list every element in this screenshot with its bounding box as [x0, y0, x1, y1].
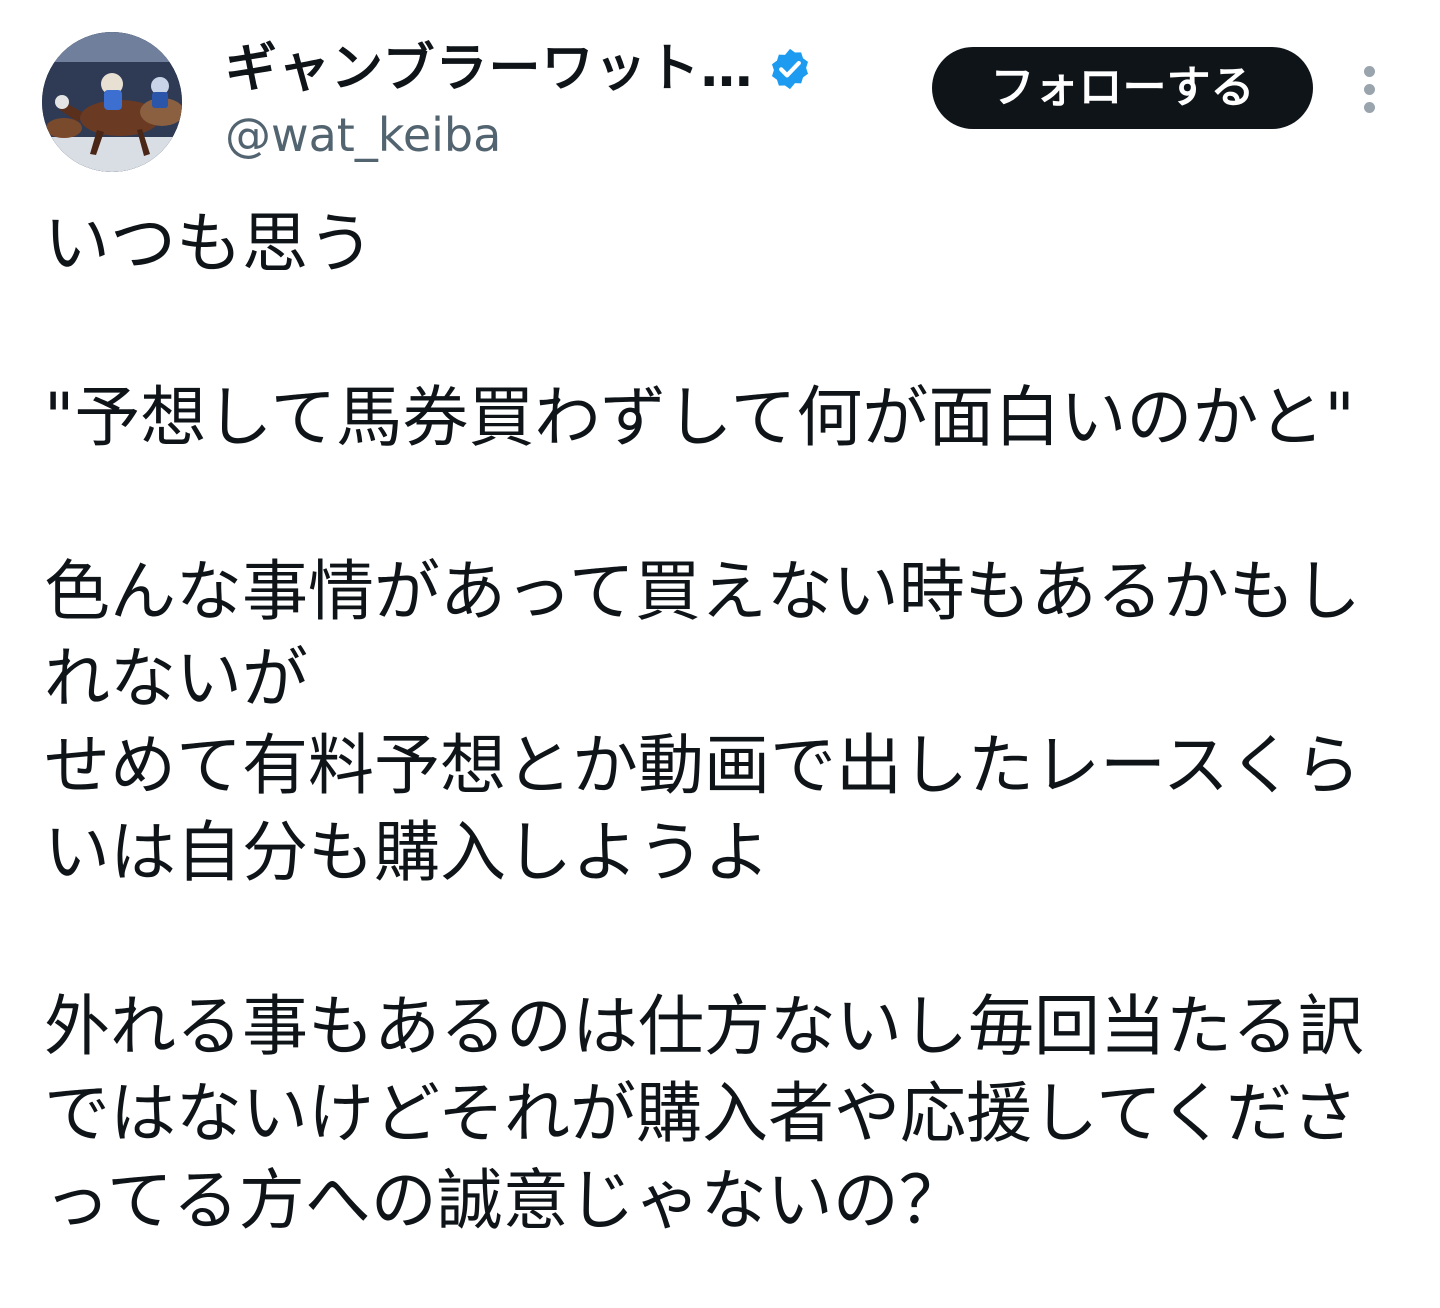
- tweet-line: 外れる事もあるのは仕方ないし毎回当たる訳: [44, 988, 1364, 1065]
- tweet-line: いは自分も購入しようよ: [44, 814, 770, 891]
- horse-racing-avatar-icon: [42, 32, 182, 172]
- tweet-text: いつも思う "予想して馬券買わずして何が面白いのかと" 色んな事情があって買えな…: [44, 200, 1414, 1244]
- tweet-line: [44, 461, 1414, 548]
- more-dot: [1364, 84, 1375, 95]
- tweet-line: れないが: [44, 640, 308, 717]
- display-name-row: ギャンブラーワット…: [225, 36, 813, 102]
- tweet-line: いつも思う: [44, 205, 374, 282]
- tweet-header: ギャンブラーワット… @wat_keiba フォローする: [0, 0, 1440, 190]
- user-handle[interactable]: @wat_keiba: [225, 102, 813, 168]
- tweet-line: ではないけどそれが購入者や応援してくださ: [44, 1075, 1359, 1152]
- tweet-line: [44, 287, 1414, 374]
- tweet-line: "予想して馬券買わずして何が面白いのかと": [44, 379, 1355, 456]
- display-name[interactable]: ギャンブラーワット…: [225, 36, 753, 102]
- tweet-line: ってる方への誠意じゃないの？: [44, 1162, 965, 1239]
- verified-badge-icon[interactable]: [767, 46, 813, 92]
- tweet-line: 色んな事情があって買えない時もあるかもし: [44, 553, 1361, 630]
- more-dot: [1364, 66, 1375, 77]
- follow-button[interactable]: フォローする: [932, 47, 1313, 129]
- tweet-line: [44, 896, 1414, 983]
- author-info: ギャンブラーワット… @wat_keiba: [225, 36, 813, 166]
- more-dot: [1364, 102, 1375, 113]
- avatar[interactable]: [42, 32, 182, 172]
- tweet-line: せめて有料予想とか動画で出したレースくら: [44, 727, 1361, 804]
- more-vertical-icon[interactable]: [1348, 62, 1392, 118]
